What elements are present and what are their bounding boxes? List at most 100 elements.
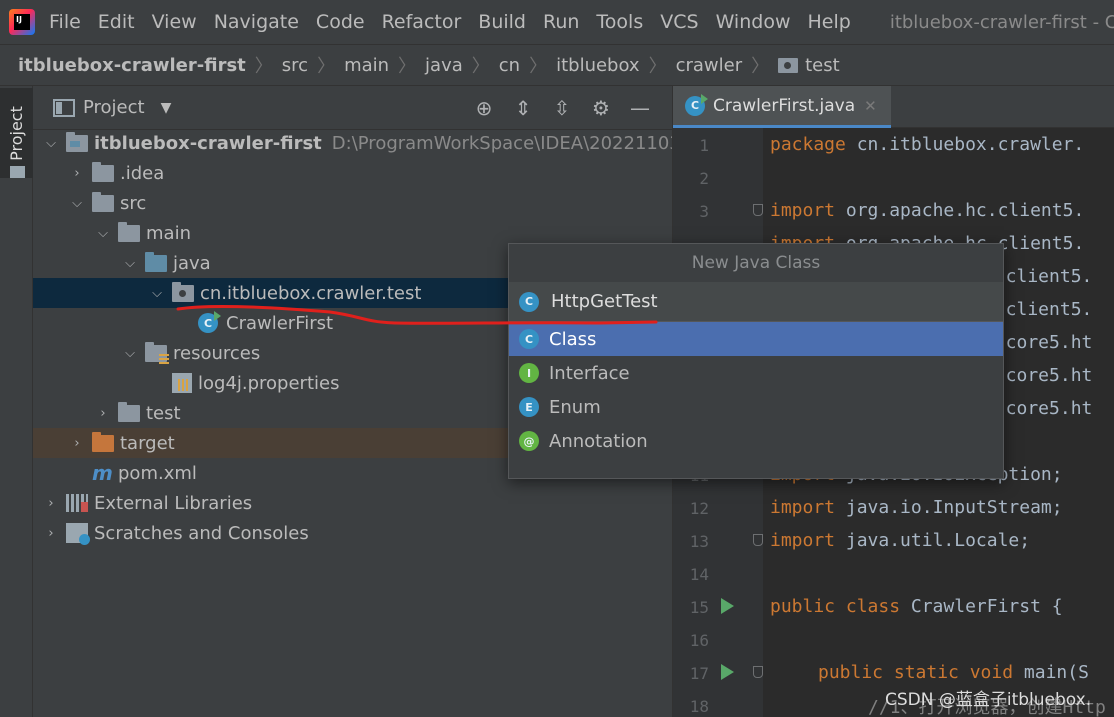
fold-marker-icon[interactable] — [753, 204, 763, 216]
menu-edit[interactable]: Edit — [98, 11, 135, 33]
gear-icon[interactable]: ⚙ — [590, 97, 612, 119]
tree-node-label: cn.itbluebox.crawler.test — [200, 282, 422, 304]
kind-option-label: Class — [549, 328, 597, 350]
collapse-all-icon[interactable]: ⇳ — [551, 97, 573, 119]
chevron-down-icon[interactable]: ⌵ — [44, 136, 58, 151]
chevron-right-icon: 〉 — [751, 56, 770, 77]
menu-bar: IJ File Edit View Navigate Code Refactor… — [0, 0, 1114, 44]
chevron-right-icon[interactable]: › — [70, 436, 84, 451]
project-tool-tab-label: Project — [7, 105, 26, 161]
code-line[interactable]: import java.io.InputStream; — [770, 497, 1063, 518]
breadcrumb-item[interactable]: itbluebox — [556, 55, 640, 76]
line-number: 2 — [699, 169, 709, 188]
crosshair-icon[interactable]: ⊕ — [473, 97, 495, 119]
fold-marker-icon[interactable] — [753, 534, 763, 546]
menu-vcs[interactable]: VCS — [660, 11, 698, 33]
tree-node-idea[interactable]: › .idea — [33, 158, 672, 188]
breadcrumb-item[interactable]: src — [282, 55, 308, 76]
code-line[interactable]: public static void main(S — [818, 662, 1089, 683]
class-name-value[interactable]: HttpGetTest — [551, 291, 658, 312]
menu-code[interactable]: Code — [316, 11, 365, 33]
java-class-icon: C — [519, 291, 539, 312]
maven-icon: m — [92, 461, 113, 485]
chevron-down-icon[interactable]: ⌵ — [96, 226, 110, 241]
chevron-right-icon[interactable]: › — [44, 496, 58, 511]
project-view-icon — [53, 98, 75, 117]
project-view-selector[interactable]: Project — [83, 97, 145, 118]
chevron-down-icon[interactable]: ⌵ — [123, 256, 137, 271]
line-number: 17 — [689, 664, 709, 683]
kind-option-class[interactable]: C Class — [509, 322, 1003, 356]
chevron-right-icon[interactable]: › — [44, 526, 58, 541]
close-icon[interactable]: ✕ — [864, 97, 877, 115]
kind-option-annotation[interactable]: @ Annotation — [509, 424, 1003, 458]
chevron-down-icon[interactable]: ⌵ — [70, 196, 84, 211]
tree-node-root[interactable]: ⌵ itbluebox-crawler-first D:\ProgramWork… — [33, 128, 672, 158]
menu-help[interactable]: Help — [807, 11, 850, 33]
code-text: main(S — [1013, 662, 1089, 683]
editor-tab-label: CrawlerFirst.java — [713, 95, 856, 116]
run-gutter-icon[interactable] — [721, 664, 734, 680]
new-java-class-popup: New Java Class C HttpGetTest C Class I I… — [508, 243, 1004, 479]
chevron-right-icon: 〉 — [398, 56, 417, 77]
code-text: CrawlerFirst { — [900, 596, 1063, 617]
menu-run[interactable]: Run — [543, 11, 579, 33]
breadcrumb-item[interactable]: main — [344, 55, 389, 76]
expand-all-icon[interactable]: ⇕ — [512, 97, 534, 119]
dropdown-caret-icon[interactable]: ▼ — [161, 100, 172, 116]
breadcrumb-item[interactable]: cn — [499, 55, 520, 76]
chevron-right-icon: 〉 — [471, 56, 490, 77]
menu-view[interactable]: View — [152, 11, 197, 33]
tree-node-scratches[interactable]: › Scratches and Consoles — [33, 518, 672, 548]
code-line[interactable]: public class CrawlerFirst { — [770, 596, 1063, 617]
tree-node-src[interactable]: ⌵ src — [33, 188, 672, 218]
menu-build[interactable]: Build — [478, 11, 526, 33]
class-kind-icon: C — [519, 329, 539, 349]
tree-node-label: src — [120, 192, 147, 214]
folder-icon — [92, 161, 114, 182]
window-title: itbluebox-crawler-first - Crawl — [889, 11, 1114, 33]
kind-option-enum[interactable]: E Enum — [509, 390, 1003, 424]
run-gutter-icon[interactable] — [721, 598, 734, 614]
breadcrumb: itbluebox-crawler-first 〉 src 〉 main 〉 j… — [0, 44, 1114, 86]
kind-option-interface[interactable]: I Interface — [509, 356, 1003, 390]
code-text: cn.itbluebox.crawler. — [845, 134, 1085, 155]
code-line[interactable]: import org.apache.hc.client5. — [770, 200, 1084, 221]
tree-node-external-libraries[interactable]: › External Libraries — [33, 488, 672, 518]
tree-node-label: log4j.properties — [198, 372, 340, 394]
editor-tab[interactable]: C CrawlerFirst.java ✕ — [673, 86, 891, 128]
code-line[interactable]: import java.util.Locale; — [770, 530, 1030, 551]
project-panel-header: Project ▼ ⊕ ⇕ ⇳ ⚙ — — [33, 86, 672, 130]
chevron-down-icon[interactable]: ⌵ — [123, 346, 137, 361]
line-number: 14 — [689, 565, 709, 584]
menu-tools[interactable]: Tools — [596, 11, 643, 33]
line-number: 3 — [699, 202, 709, 221]
chevron-right-icon[interactable]: › — [70, 166, 84, 181]
minimize-icon[interactable]: — — [629, 97, 651, 119]
menu-navigate[interactable]: Navigate — [214, 11, 299, 33]
excluded-folder-icon — [92, 431, 114, 452]
breadcrumb-item[interactable]: test — [805, 55, 840, 76]
breadcrumb-item[interactable]: java — [425, 55, 463, 76]
kind-option-label: Interface — [549, 362, 630, 384]
tree-node-label: Scratches and Consoles — [94, 522, 309, 544]
code-line[interactable]: package cn.itbluebox.crawler. — [770, 134, 1084, 155]
fold-marker-icon[interactable] — [753, 666, 763, 678]
code-text: org.apache.hc.client5. — [835, 200, 1085, 221]
folder-icon — [92, 191, 114, 212]
class-name-input[interactable]: C HttpGetTest — [509, 282, 1003, 322]
menu-file[interactable]: File — [49, 11, 81, 33]
tree-node-label: itbluebox-crawler-first — [94, 132, 322, 154]
chevron-down-icon[interactable]: ⌵ — [150, 286, 164, 301]
intellij-logo-icon: IJ — [9, 9, 35, 35]
class-kind-list: C Class I Interface E Enum @ Annotation — [509, 322, 1003, 458]
menu-window[interactable]: Window — [716, 11, 791, 33]
menu-refactor[interactable]: Refactor — [382, 11, 462, 33]
project-path: D:\ProgramWorkSpace\IDEA\20221103\it — [331, 132, 672, 154]
chevron-right-icon[interactable]: › — [96, 406, 110, 421]
enum-kind-icon: E — [519, 397, 539, 417]
code-text: java.util.Locale; — [835, 530, 1031, 551]
breadcrumb-item[interactable]: itbluebox-crawler-first — [18, 55, 246, 76]
project-tool-tab[interactable]: Project — [0, 88, 33, 178]
breadcrumb-item[interactable]: crawler — [676, 55, 743, 76]
